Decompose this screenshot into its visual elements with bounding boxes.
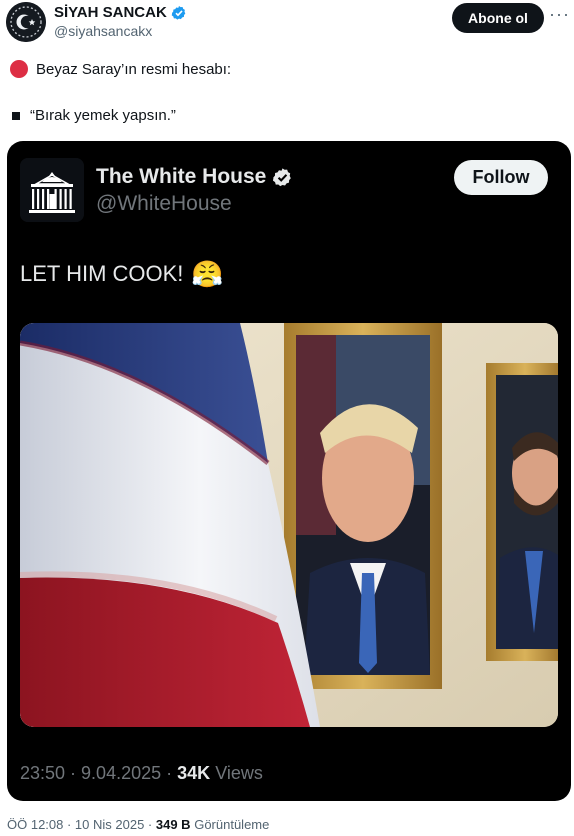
embedded-views-label: Views xyxy=(215,763,263,783)
follow-button[interactable]: Abone ol xyxy=(452,3,544,33)
embedded-author-name-row: The White House xyxy=(96,165,293,189)
embedded-tweet-text: LET HIM COOK! xyxy=(20,261,184,286)
face-with-steam-icon: 😤 xyxy=(191,259,224,289)
more-options-button[interactable]: ··· xyxy=(549,4,569,30)
tweet-photo[interactable] xyxy=(20,323,558,727)
author-name-row[interactable]: SİYAH SANCAK xyxy=(54,4,187,21)
author-name[interactable]: SİYAH SANCAK xyxy=(54,4,167,21)
black-square-icon xyxy=(12,111,20,120)
post-text-line-2: “Bırak yemek yapsın.” xyxy=(12,107,176,124)
white-house-logo-icon xyxy=(20,158,84,222)
post-text: Beyaz Saray’ın resmi hesabı: xyxy=(36,60,232,78)
embedded-tweet-image[interactable]: The White House @WhiteHouse Follow LET H… xyxy=(7,141,571,801)
post-text-line-1: Beyaz Saray’ın resmi hesabı: xyxy=(10,60,231,78)
author-handle[interactable]: @siyahsancakx xyxy=(54,23,152,39)
embedded-tweet-text-row: LET HIM COOK! 😤 xyxy=(20,261,224,287)
views-count: 349 B xyxy=(155,817,191,832)
author-avatar[interactable] xyxy=(6,2,46,42)
embedded-author-name: The White House xyxy=(96,165,267,188)
post-timestamp[interactable]: ÖÖ 12:08 · 10 Nis 2025 · xyxy=(7,817,152,832)
post-quote: “Bırak yemek yapsın.” xyxy=(30,107,176,124)
embedded-tweet-meta: 23:50 · 9.04.2025 · 34K Views xyxy=(20,763,263,784)
embedded-views-count: 34K xyxy=(177,763,211,783)
views-label: Görüntüleme xyxy=(194,817,270,832)
post-footer: ÖÖ 12:08 · 10 Nis 2025 · 349 B Görüntüle… xyxy=(7,817,269,832)
verified-badge-icon xyxy=(171,5,186,20)
embedded-tweet-time: 23:50 · 9.04.2025 · xyxy=(20,763,173,783)
red-circle-icon xyxy=(10,60,28,78)
embedded-author-handle: @WhiteHouse xyxy=(96,192,232,215)
embedded-follow-button: Follow xyxy=(454,160,548,195)
embedded-verified-badge-icon xyxy=(273,167,292,186)
